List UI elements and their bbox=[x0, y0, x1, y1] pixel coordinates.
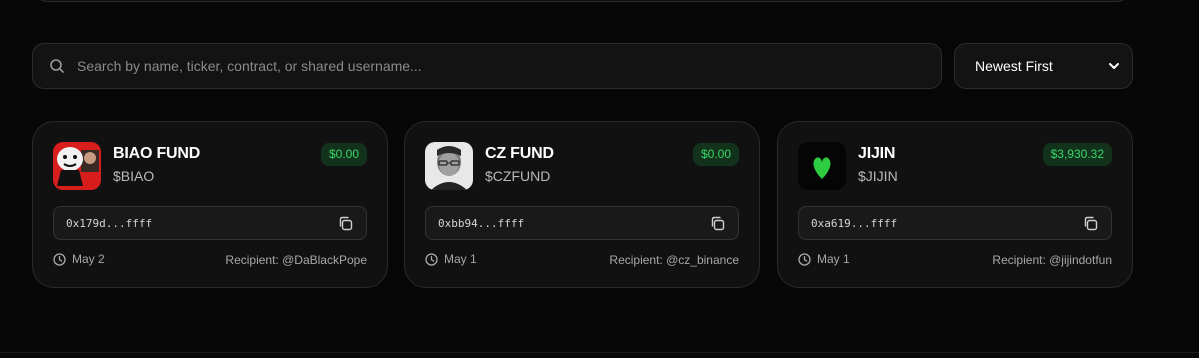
chevron-down-icon bbox=[1109, 63, 1119, 69]
divider bbox=[0, 352, 1199, 353]
fund-card[interactable]: BIAO FUND $BIAO $0.00 0x179d...ffff May … bbox=[32, 121, 388, 288]
contract-address: 0x179d...ffff bbox=[66, 216, 153, 230]
sort-select[interactable]: Newest First bbox=[954, 43, 1133, 89]
contract-address-box: 0xbb94...ffff bbox=[425, 206, 739, 240]
copy-icon[interactable] bbox=[1082, 215, 1099, 232]
created-date: May 2 bbox=[53, 252, 105, 266]
search-bar[interactable] bbox=[32, 43, 942, 89]
balance-badge: $0.00 bbox=[320, 143, 367, 166]
contract-address-box: 0xa619...ffff bbox=[798, 206, 1112, 240]
fund-card[interactable]: CZ FUND $CZFUND $0.00 0xbb94...ffff May … bbox=[404, 121, 760, 288]
recipient-label[interactable]: Recipient: @jijindotfun bbox=[992, 253, 1112, 267]
fund-ticker: $BIAO bbox=[113, 168, 155, 184]
contract-address-box: 0x179d...ffff bbox=[53, 206, 367, 240]
balance-badge: $0.00 bbox=[692, 143, 739, 166]
fund-card[interactable]: JIJIN $JIJIN $3,930.32 0xa619...ffff May… bbox=[777, 121, 1133, 288]
date-label: May 1 bbox=[444, 252, 477, 266]
clock-icon bbox=[53, 252, 66, 266]
copy-icon[interactable] bbox=[709, 215, 726, 232]
date-label: May 2 bbox=[72, 252, 105, 266]
recipient-label[interactable]: Recipient: @cz_binance bbox=[609, 253, 739, 267]
fund-ticker: $JIJIN bbox=[858, 168, 898, 184]
fund-name: BIAO FUND bbox=[113, 145, 201, 162]
fund-name: CZ FUND bbox=[485, 145, 554, 162]
portrait-photo-avatar bbox=[425, 142, 473, 190]
fund-ticker: $CZFUND bbox=[485, 168, 551, 184]
fund-name: JIJIN bbox=[858, 145, 896, 162]
sort-selected-label: Newest First bbox=[975, 58, 1053, 74]
search-input[interactable] bbox=[77, 44, 941, 88]
cartoon-face-avatar bbox=[53, 142, 101, 190]
balance-badge: $3,930.32 bbox=[1042, 143, 1112, 166]
top-panel-edge bbox=[32, 0, 1132, 2]
date-label: May 1 bbox=[817, 252, 850, 266]
contract-address: 0xbb94...ffff bbox=[438, 216, 525, 230]
search-icon bbox=[50, 59, 64, 73]
clock-icon bbox=[798, 252, 811, 266]
clock-icon bbox=[425, 252, 438, 266]
created-date: May 1 bbox=[798, 252, 850, 266]
contract-address: 0xa619...ffff bbox=[811, 216, 898, 230]
recipient-label[interactable]: Recipient: @DaBlackPope bbox=[225, 253, 367, 267]
copy-icon[interactable] bbox=[337, 215, 354, 232]
created-date: May 1 bbox=[425, 252, 477, 266]
green-heart-avatar bbox=[798, 142, 846, 190]
